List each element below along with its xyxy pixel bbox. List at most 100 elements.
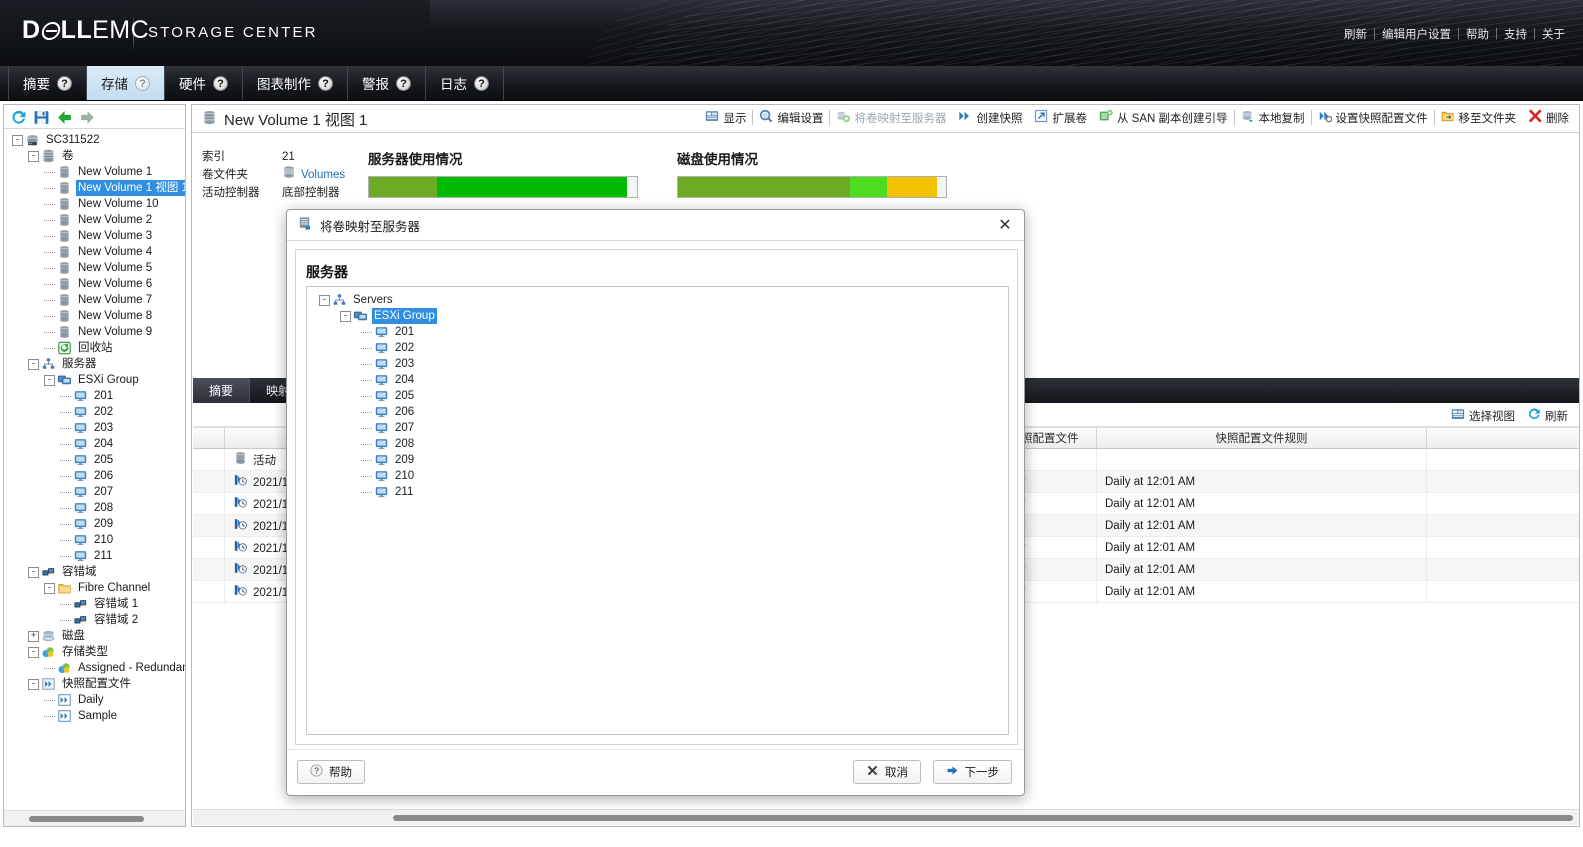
tree-node[interactable]: -ESXi Group — [8, 372, 185, 388]
row-select-cell[interactable] — [193, 515, 225, 536]
tree-node[interactable]: New Volume 9 — [8, 324, 185, 340]
tree-node[interactable]: 回收站 — [8, 340, 185, 356]
detail-tab-1[interactable]: 摘要 — [193, 378, 250, 403]
tree-node[interactable]: -卷 — [8, 148, 185, 164]
tree-node[interactable]: 201 — [313, 324, 1008, 340]
tree-node[interactable]: 207 — [8, 484, 185, 500]
close-icon[interactable]: ✕ — [996, 217, 1014, 235]
help-question-icon[interactable]: ? — [57, 76, 72, 91]
tree-node[interactable]: 202 — [313, 340, 1008, 356]
tree-node[interactable]: 206 — [313, 404, 1008, 420]
collapse-toggle-icon[interactable]: - — [28, 359, 39, 370]
value-volume-folder[interactable]: Volumes — [301, 166, 345, 184]
tree-node[interactable]: 202 — [8, 404, 185, 420]
help-question-icon[interactable]: ? — [474, 76, 489, 91]
help-question-icon[interactable]: ? — [396, 76, 411, 91]
row-select-cell[interactable] — [193, 449, 225, 470]
select-view-button[interactable]: 选择视图 — [1445, 407, 1521, 424]
toolbar-expand-volume-button[interactable]: 扩展卷 — [1028, 109, 1093, 126]
server-selection-tree-box[interactable]: -Servers-ESXi Group201202203204205206207… — [306, 286, 1009, 735]
collapse-toggle-icon[interactable]: - — [28, 679, 39, 690]
back-arrow-icon[interactable] — [56, 109, 73, 126]
tree-node[interactable]: Assigned - Redundan — [8, 660, 185, 676]
row-select-cell[interactable] — [193, 581, 225, 602]
toolbar-boot-from-san-button[interactable]: 从 SAN 副本创建引导 — [1093, 109, 1234, 126]
collapse-toggle-icon[interactable]: - — [28, 151, 39, 162]
tree-node[interactable]: 211 — [8, 548, 185, 564]
banner-link-edit-user-settings[interactable]: 编辑用户设置 — [1376, 26, 1457, 42]
tree-node[interactable]: New Volume 6 — [8, 276, 185, 292]
tree-node[interactable]: New Volume 4 — [8, 244, 185, 260]
tree-node[interactable]: New Volume 7 — [8, 292, 185, 308]
tree-node[interactable]: 205 — [8, 452, 185, 468]
tree-node[interactable]: 206 — [8, 468, 185, 484]
tree-node[interactable]: New Volume 3 — [8, 228, 185, 244]
tree-node[interactable]: -SC311522 — [8, 132, 185, 148]
banner-link-refresh[interactable]: 刷新 — [1338, 26, 1373, 42]
collapse-toggle-icon[interactable]: - — [44, 375, 55, 386]
tree-node[interactable]: -Servers — [313, 292, 1008, 308]
tree-node[interactable]: -服务器 — [8, 356, 185, 372]
row-select-cell[interactable] — [193, 559, 225, 580]
main-horizontal-scrollbar[interactable] — [193, 809, 1580, 825]
tree-node[interactable]: New Volume 10 — [8, 196, 185, 212]
tree-node[interactable]: 208 — [313, 436, 1008, 452]
collapse-toggle-icon[interactable]: - — [28, 647, 39, 658]
tree-node[interactable]: 203 — [313, 356, 1008, 372]
cancel-button[interactable]: 取消 — [853, 760, 921, 784]
tree-node[interactable]: New Volume 8 — [8, 308, 185, 324]
tree-node[interactable]: 205 — [313, 388, 1008, 404]
row-select-cell[interactable] — [193, 471, 225, 492]
tree-node[interactable]: 207 — [313, 420, 1008, 436]
tree-node[interactable]: 203 — [8, 420, 185, 436]
tree-node[interactable]: Daily — [8, 692, 185, 708]
row-select-cell[interactable] — [193, 537, 225, 558]
refresh-icon[interactable] — [10, 109, 27, 126]
tree-node[interactable]: -ESXi Group — [313, 308, 1008, 324]
tree-node[interactable]: -Fibre Channel — [8, 580, 185, 596]
tree-node[interactable]: 201 — [8, 388, 185, 404]
toolbar-set-snapshot-profile-button[interactable]: 设置快照配置文件 — [1312, 109, 1434, 126]
tab-6[interactable]: 日志? — [426, 66, 504, 100]
tree-node[interactable]: 210 — [8, 532, 185, 548]
tab-4[interactable]: 图表制作? — [243, 66, 348, 100]
tree-node[interactable]: Sample — [8, 708, 185, 724]
tab-3[interactable]: 硬件? — [165, 66, 243, 100]
tree-node[interactable]: 208 — [8, 500, 185, 516]
collapse-toggle-icon[interactable]: - — [340, 311, 351, 322]
banner-link-support[interactable]: 支持 — [1498, 26, 1533, 42]
tree-node[interactable]: New Volume 2 — [8, 212, 185, 228]
toolbar-create-snapshot-button[interactable]: 创建快照 — [952, 109, 1028, 126]
help-button[interactable]: ? 帮助 — [297, 760, 365, 784]
collapse-toggle-icon[interactable]: - — [12, 135, 23, 146]
collapse-toggle-icon[interactable]: - — [28, 567, 39, 578]
tab-5[interactable]: 警报? — [348, 66, 426, 100]
toolbar-display-button[interactable]: 显示 — [699, 109, 752, 126]
toolbar-move-to-folder-button[interactable]: 移至文件夹 — [1435, 109, 1523, 126]
tab-1[interactable]: 摘要? — [8, 66, 87, 100]
tree-node[interactable]: New Volume 5 — [8, 260, 185, 276]
toolbar-edit-settings-button[interactable]: 编辑设置 — [753, 109, 829, 126]
scrollbar-thumb[interactable] — [393, 815, 1573, 821]
tree-node[interactable]: 容错域 1 — [8, 596, 185, 612]
toolbar-delete-button[interactable]: 删除 — [1522, 109, 1575, 126]
expand-toggle-icon[interactable]: + — [28, 631, 39, 642]
help-question-icon[interactable]: ? — [213, 76, 228, 91]
save-icon[interactable] — [33, 109, 50, 126]
next-button[interactable]: 下一步 — [933, 760, 1013, 784]
tree-node[interactable]: +磁盘 — [8, 628, 185, 644]
toolbar-local-replication-button[interactable]: 本地复制 — [1235, 109, 1311, 126]
tree-node[interactable]: -快照配置文件 — [8, 676, 185, 692]
tree-node[interactable]: 204 — [8, 436, 185, 452]
tree-node[interactable]: 204 — [313, 372, 1008, 388]
banner-link-help[interactable]: 帮助 — [1460, 26, 1495, 42]
grid-column-header[interactable]: 快照配置文件规则 — [1097, 428, 1427, 448]
tree-node[interactable]: -存储类型 — [8, 644, 185, 660]
help-question-icon[interactable]: ? — [318, 76, 333, 91]
collapse-toggle-icon[interactable]: - — [319, 295, 330, 306]
tree-node[interactable]: New Volume 1 — [8, 164, 185, 180]
tree-node[interactable]: 210 — [313, 468, 1008, 484]
tree-node[interactable]: 209 — [313, 452, 1008, 468]
tab-2[interactable]: 存储? — [87, 66, 165, 100]
help-question-icon[interactable]: ? — [135, 76, 150, 91]
